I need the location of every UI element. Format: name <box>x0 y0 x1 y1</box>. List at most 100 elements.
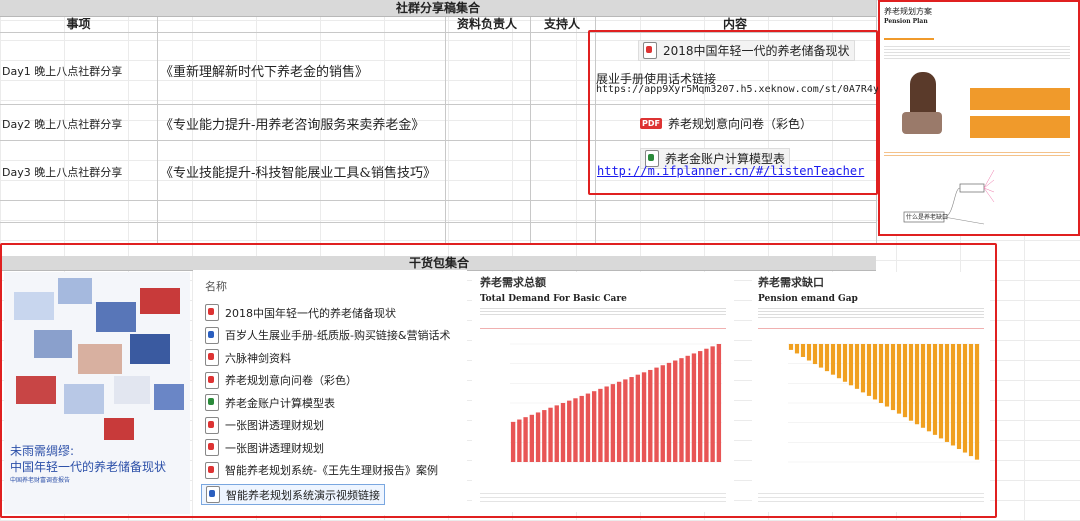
chart-bar <box>542 410 547 462</box>
divider <box>884 38 934 40</box>
file-list-item[interactable]: 一张图讲透理财规划 <box>205 439 324 456</box>
file-list-item-label: 2018中国年轻一代的养老储备现状 <box>225 306 396 320</box>
chart-bar <box>932 344 938 435</box>
header-owner: 资料负责人 <box>456 17 517 31</box>
chart-bar <box>914 344 920 425</box>
header-supporter: 支持人 <box>543 17 580 31</box>
chart-bar <box>635 374 641 462</box>
pension-gap-chart-panel[interactable]: 养老需求缺口 Pension emand Gap <box>752 272 990 512</box>
chart-bar <box>806 344 812 361</box>
chart-bar <box>956 344 962 450</box>
row-topic[interactable]: 《专业技能提升-科技智能展业工具&销售技巧》 <box>160 162 436 181</box>
chart-bar <box>818 344 824 368</box>
chart-bar <box>896 344 902 414</box>
pdf-icon <box>205 371 219 389</box>
chart1-subtitle: Total Demand For Basic Care <box>480 294 627 304</box>
file-list-item[interactable]: 2018中国年轻一代的养老储备现状 <box>205 304 396 321</box>
row-item[interactable]: Day2 晚上八点社群分享 <box>2 116 122 132</box>
doc-icon <box>205 326 219 344</box>
chart-bar <box>938 344 944 439</box>
day2-file-name: 养老规划意向问卷（彩色） <box>667 117 812 131</box>
chart-bar <box>962 344 968 453</box>
chart-bar <box>579 395 584 462</box>
table-preview <box>758 490 984 504</box>
chart-bar <box>691 353 697 462</box>
day2-file-attachment[interactable]: PDF 养老规划意向问卷（彩色） <box>640 115 812 132</box>
chart-bar <box>710 346 715 462</box>
chart-bar <box>648 369 653 462</box>
chart-bar <box>610 384 616 462</box>
file-list-item[interactable]: 养老规划意向问卷（彩色） <box>205 371 357 389</box>
file-list-item[interactable]: 百岁人生展业手册-纸质版-购买链接&营销话术 <box>205 326 451 344</box>
total-demand-chart-panel[interactable]: 养老需求总额 Total Demand For Basic Care <box>472 272 734 512</box>
row-item[interactable]: Day1 晚上八点社群分享 <box>2 63 122 79</box>
chart-bar <box>685 355 690 462</box>
chart-bar <box>510 421 516 462</box>
chart2-subtitle: Pension emand Gap <box>758 294 858 304</box>
pension-plan-subtitle: Pension Plan <box>884 18 928 25</box>
pdf-icon <box>205 304 219 321</box>
xls-icon <box>205 394 219 411</box>
file-list-item-label: 智能养老规划系统演示视频链接 <box>226 488 380 502</box>
chart-bar <box>794 344 800 354</box>
chart-bar <box>660 365 665 462</box>
day3-url[interactable]: http://m.ifplanner.cn/#/listenTeacher <box>597 164 864 178</box>
day1-file-attachment[interactable]: 2018中国年轻一代的养老储备现状 <box>638 40 855 61</box>
chart-bar <box>950 344 956 446</box>
doc-icon <box>206 486 220 503</box>
orange-callout <box>970 116 1070 138</box>
chart-bar <box>800 344 806 357</box>
chart-bar <box>824 344 830 372</box>
chart-bar <box>573 398 578 462</box>
chart-bar <box>860 344 866 393</box>
cover-title-line1: 未雨需绸缪: <box>10 444 75 458</box>
chart-bar <box>591 391 597 462</box>
chart-bar <box>598 388 603 462</box>
chart-bar <box>908 344 914 421</box>
file-list-item-label: 一张图讲透理财规划 <box>225 441 324 455</box>
chart-bar <box>697 351 703 462</box>
file-list-item[interactable]: 六脉神剑资料 <box>205 349 291 366</box>
header-item: 事项 <box>66 17 91 31</box>
file-list-item[interactable]: 智能养老规划系统-《王先生理财报告》案例 <box>205 461 438 479</box>
mindmap-root-label: 什么是养老缺口 <box>906 214 949 221</box>
row-divider <box>0 200 876 201</box>
file-list-item[interactable]: 一张图讲透理财规划 <box>205 416 324 434</box>
chart-bar <box>716 344 722 462</box>
suitcase-illustration <box>902 112 942 134</box>
day1-url[interactable]: https://app9Xyr5Mqm3207.h5.xeknow.com/st… <box>596 84 897 95</box>
report-cover-image[interactable]: 未雨需绸缪: 中国年轻一代的养老储备现状 中国养老财富调查报告 <box>4 272 190 514</box>
chart-bar <box>616 381 622 462</box>
file-list-item[interactable]: 养老金账户计算模型表 <box>205 394 335 411</box>
row-topic[interactable]: 《专业能力提升-用养老咨询服务来卖养老金》 <box>160 114 424 133</box>
chart-bar <box>548 407 553 462</box>
chart-bar <box>623 379 628 462</box>
chart-bar <box>604 386 609 462</box>
pension-gap-bar-chart <box>788 343 980 463</box>
text-lines <box>480 306 726 316</box>
row-topic[interactable]: 《重新理解新时代下养老金的销售》 <box>160 61 368 80</box>
chart-bar <box>567 400 572 462</box>
pdf-icon <box>205 416 219 434</box>
col-divider <box>157 17 158 244</box>
pdf-badge-icon: PDF <box>640 118 662 129</box>
text-lines <box>884 150 1070 158</box>
chart-bar <box>517 419 522 462</box>
divider <box>758 328 984 329</box>
pdf-icon <box>205 439 219 456</box>
cover-title-line2: 中国年轻一代的养老储备现状 <box>10 460 167 474</box>
chart-bar <box>788 344 794 350</box>
chart-bar <box>974 344 980 460</box>
chart-bar <box>944 344 950 442</box>
file-list-header: 名称 <box>205 280 227 293</box>
chart-bar <box>872 344 878 400</box>
pension-plan-preview[interactable]: 养老规划方案 Pension Plan 什么是养老缺口 <box>878 0 1080 236</box>
row-item[interactable]: Day3 晚上八点社群分享 <box>2 164 122 180</box>
chart-bar <box>890 344 896 411</box>
file-list-item[interactable]: 智能养老规划系统演示视频链接 <box>201 484 385 505</box>
chart-bar <box>920 344 926 428</box>
row-divider <box>0 222 876 223</box>
chart-bar <box>523 417 528 462</box>
chart-bar <box>666 362 672 462</box>
chart-bar <box>535 412 541 462</box>
